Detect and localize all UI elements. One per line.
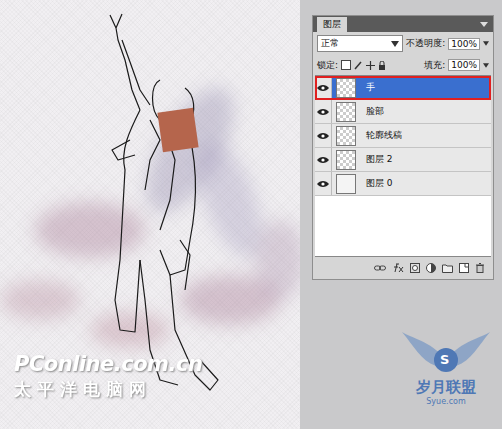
fill-label: 填充: — [424, 59, 445, 72]
logo-watermark: S 岁月联盟 Syue.com — [398, 330, 494, 406]
layer-thumbnail — [336, 78, 356, 98]
folder-icon[interactable] — [442, 264, 453, 273]
photoshop-workspace: PConline.com.cn 太平洋电脑网 S 岁月联盟 Syue.com 图… — [0, 0, 502, 429]
lock-transparency-icon[interactable] — [341, 60, 351, 70]
blend-mode-select[interactable]: 正常 — [317, 35, 403, 52]
panel-titlebar[interactable]: 图层 — [313, 16, 493, 32]
layer-row[interactable]: 图层 2 — [315, 148, 491, 172]
lock-move-icon[interactable] — [366, 61, 375, 70]
layer-row[interactable]: 手 — [315, 76, 491, 100]
visibility-toggle[interactable] — [315, 124, 332, 147]
trash-icon[interactable] — [475, 263, 485, 273]
lock-label: 锁定: — [317, 59, 338, 72]
visibility-toggle[interactable] — [315, 172, 332, 195]
layers-panel: 图层 正常 不透明度: 100% 锁定: 填充: 100% 手 脸部 轮廓线稿 … — [312, 15, 494, 280]
eye-icon — [317, 132, 329, 140]
eye-icon — [317, 180, 329, 188]
layer-thumbnail — [336, 150, 356, 170]
opacity-field[interactable]: 100% — [448, 38, 480, 50]
mask-icon[interactable] — [410, 263, 420, 273]
layer-row[interactable]: 脸部 — [315, 100, 491, 124]
layer-thumbnail — [336, 102, 356, 122]
eye-icon — [317, 156, 329, 164]
visibility-toggle[interactable] — [315, 76, 332, 99]
eye-icon — [317, 84, 329, 92]
layer-thumbnail — [336, 126, 356, 146]
layer-list: 手 脸部 轮廓线稿 图层 2 图层 0 — [315, 75, 491, 257]
dropdown-arrow-icon — [391, 41, 399, 47]
layer-row[interactable]: 轮廓线稿 — [315, 124, 491, 148]
opacity-arrow-icon[interactable] — [483, 41, 489, 46]
site-watermark: PConline.com.cn 太平洋电脑网 — [14, 352, 202, 401]
fill-arrow-icon[interactable] — [483, 63, 489, 68]
lock-all-icon[interactable] — [378, 61, 386, 70]
layer-row[interactable]: 图层 0 — [315, 172, 491, 196]
layer-thumbnail — [336, 174, 356, 194]
fx-icon[interactable] — [392, 263, 404, 273]
panel-menu-icon[interactable] — [479, 21, 489, 32]
visibility-toggle[interactable] — [315, 148, 332, 171]
eye-icon — [317, 108, 329, 116]
new-layer-icon[interactable] — [459, 263, 469, 273]
fill-field[interactable]: 100% — [448, 59, 480, 71]
adjustment-icon[interactable] — [426, 263, 436, 273]
opacity-label: 不透明度: — [406, 37, 445, 50]
visibility-toggle[interactable] — [315, 100, 332, 123]
panel-toolbar — [313, 257, 493, 279]
link-icon[interactable] — [374, 264, 386, 272]
layers-tab[interactable]: 图层 — [317, 17, 347, 32]
lock-brush-icon[interactable] — [354, 61, 363, 70]
